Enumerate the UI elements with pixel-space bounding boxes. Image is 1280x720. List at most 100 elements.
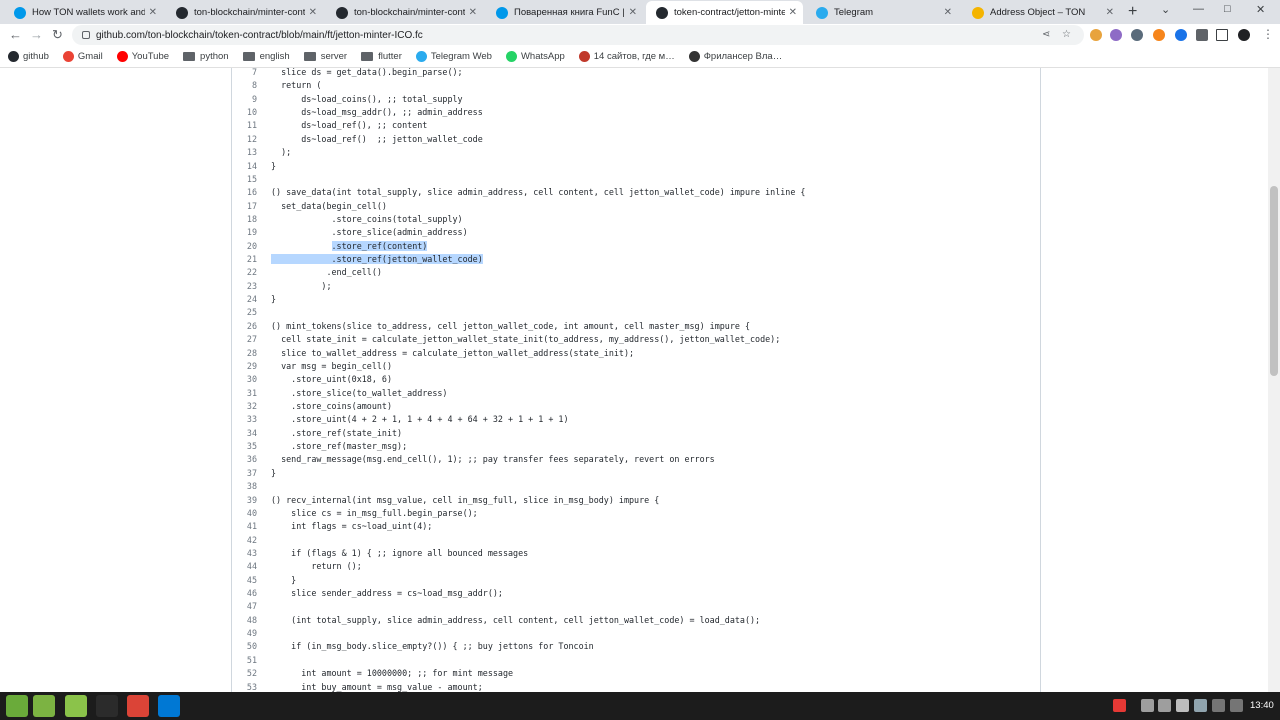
- line-number[interactable]: 21: [232, 253, 257, 266]
- bookmark-6[interactable]: server: [303, 51, 347, 62]
- minimize-icon[interactable]: —: [1193, 3, 1204, 15]
- line-number[interactable]: 23: [232, 280, 257, 293]
- extension-grid-icon[interactable]: [1131, 29, 1143, 41]
- bookmark-8[interactable]: Telegram Web: [415, 51, 492, 62]
- line-number[interactable]: 9: [232, 93, 257, 106]
- line-number[interactable]: 14: [232, 160, 257, 173]
- bookmark-1[interactable]: github: [8, 51, 49, 62]
- line-number[interactable]: 42: [232, 534, 257, 547]
- bookmark-4[interactable]: python: [183, 51, 229, 62]
- line-number[interactable]: 51: [232, 654, 257, 667]
- line-number[interactable]: 19: [232, 226, 257, 239]
- files-app-2-icon[interactable]: [65, 695, 87, 717]
- line-number[interactable]: 46: [232, 587, 257, 600]
- tab-7[interactable]: Address Object – TON ✕: [962, 1, 1120, 24]
- tab-5[interactable]: token-contract/jetton-minter… ✕: [646, 1, 803, 24]
- tab-1[interactable]: How TON wallets work and h… ✕: [4, 1, 163, 24]
- tab-3[interactable]: ton-blockchain/minter-contra… ✕: [326, 1, 483, 24]
- line-number[interactable]: 28: [232, 347, 257, 360]
- bookmark-3[interactable]: YouTube: [116, 51, 169, 62]
- tab-4[interactable]: Поваренная книга FunC | От… ✕: [486, 1, 643, 24]
- tab-close-icon[interactable]: ✕: [149, 7, 157, 18]
- metamask-icon[interactable]: [1153, 29, 1165, 41]
- line-number[interactable]: 17: [232, 200, 257, 213]
- chrome-app-icon[interactable]: [127, 695, 149, 717]
- line-number[interactable]: 29: [232, 360, 257, 373]
- bookmark-9[interactable]: WhatsApp: [505, 51, 565, 62]
- line-number[interactable]: 41: [232, 520, 257, 533]
- line-number[interactable]: 24: [232, 293, 257, 306]
- line-number[interactable]: 37: [232, 467, 257, 480]
- avatar[interactable]: [1238, 29, 1250, 41]
- clock[interactable]: 13:40: [1250, 700, 1274, 711]
- line-number[interactable]: 36: [232, 453, 257, 466]
- terminal-app-icon[interactable]: [96, 695, 118, 717]
- bookmark-10[interactable]: 14 сайтов, где м…: [578, 51, 675, 62]
- line-number[interactable]: 35: [232, 440, 257, 453]
- line-number[interactable]: 53: [232, 681, 257, 692]
- scrollbar-thumb[interactable]: [1270, 186, 1278, 376]
- reload-icon[interactable]: ↻: [52, 27, 63, 43]
- line-number[interactable]: 30: [232, 373, 257, 386]
- line-number[interactable]: 43: [232, 547, 257, 560]
- scrollbar-track[interactable]: [1268, 68, 1280, 692]
- line-number[interactable]: 8: [232, 79, 257, 92]
- tray-flag-icon[interactable]: [1194, 699, 1207, 712]
- volume-icon[interactable]: [1230, 699, 1243, 712]
- bookmark-11[interactable]: Фрилансер Вла…: [688, 51, 782, 62]
- back-icon[interactable]: ←: [9, 27, 22, 42]
- share-icon[interactable]: ⋖: [1042, 29, 1050, 40]
- address-bar[interactable]: github.com/ton-blockchain/token-contract…: [72, 25, 1084, 45]
- tab-close-icon[interactable]: ✕: [789, 7, 797, 18]
- line-number[interactable]: 45: [232, 574, 257, 587]
- line-number[interactable]: 25: [232, 306, 257, 319]
- line-number[interactable]: 22: [232, 266, 257, 279]
- line-number[interactable]: 20: [232, 240, 257, 253]
- extension-circle-icon[interactable]: [1110, 29, 1122, 41]
- extensions-puzzle-icon[interactable]: [1196, 29, 1208, 41]
- wifi-icon[interactable]: [1212, 699, 1225, 712]
- line-number[interactable]: 34: [232, 427, 257, 440]
- tray-check-icon[interactable]: [1158, 699, 1171, 712]
- extension-cookie-icon[interactable]: [1090, 29, 1102, 41]
- line-number[interactable]: 38: [232, 480, 257, 493]
- bookmark-2[interactable]: Gmail: [62, 51, 103, 62]
- line-number[interactable]: 31: [232, 387, 257, 400]
- maximize-icon[interactable]: □: [1224, 3, 1231, 15]
- files-app-icon[interactable]: [33, 695, 55, 717]
- line-number[interactable]: 27: [232, 333, 257, 346]
- bookmark-7[interactable]: flutter: [361, 51, 402, 62]
- line-number[interactable]: 47: [232, 600, 257, 613]
- menu-app-icon[interactable]: [6, 695, 28, 717]
- line-number[interactable]: 40: [232, 507, 257, 520]
- line-number[interactable]: 48: [232, 614, 257, 627]
- line-number[interactable]: 15: [232, 173, 257, 186]
- line-number[interactable]: 39: [232, 494, 257, 507]
- extension-shield-icon[interactable]: [1175, 29, 1187, 41]
- side-panel-icon[interactable]: [1216, 29, 1228, 41]
- line-number[interactable]: 7: [232, 68, 257, 79]
- tab-close-icon[interactable]: ✕: [1106, 7, 1114, 18]
- line-number[interactable]: 12: [232, 133, 257, 146]
- vscode-app-icon[interactable]: [158, 695, 180, 717]
- menu-kebab-icon[interactable]: ⋮: [1262, 27, 1274, 41]
- tab-close-icon[interactable]: ✕: [944, 7, 952, 18]
- line-number[interactable]: 52: [232, 667, 257, 680]
- tab-close-icon[interactable]: ✕: [309, 7, 317, 18]
- new-tab-button[interactable]: +: [1128, 3, 1137, 21]
- tray-clipboard-icon[interactable]: [1176, 699, 1189, 712]
- line-number[interactable]: 10: [232, 106, 257, 119]
- forward-icon[interactable]: →: [30, 27, 43, 42]
- tray-settings-icon[interactable]: [1141, 699, 1154, 712]
- line-number[interactable]: 32: [232, 400, 257, 413]
- line-number[interactable]: 11: [232, 119, 257, 132]
- close-window-icon[interactable]: ✕: [1256, 3, 1265, 16]
- tab-search-icon[interactable]: ⌄: [1161, 3, 1170, 16]
- tab-close-icon[interactable]: ✕: [469, 7, 477, 18]
- line-number[interactable]: 33: [232, 413, 257, 426]
- tab-6[interactable]: Telegram ✕: [806, 1, 958, 24]
- bookmark-star-icon[interactable]: ☆: [1062, 29, 1071, 40]
- line-number[interactable]: 26: [232, 320, 257, 333]
- line-number[interactable]: 50: [232, 640, 257, 653]
- line-number[interactable]: 44: [232, 560, 257, 573]
